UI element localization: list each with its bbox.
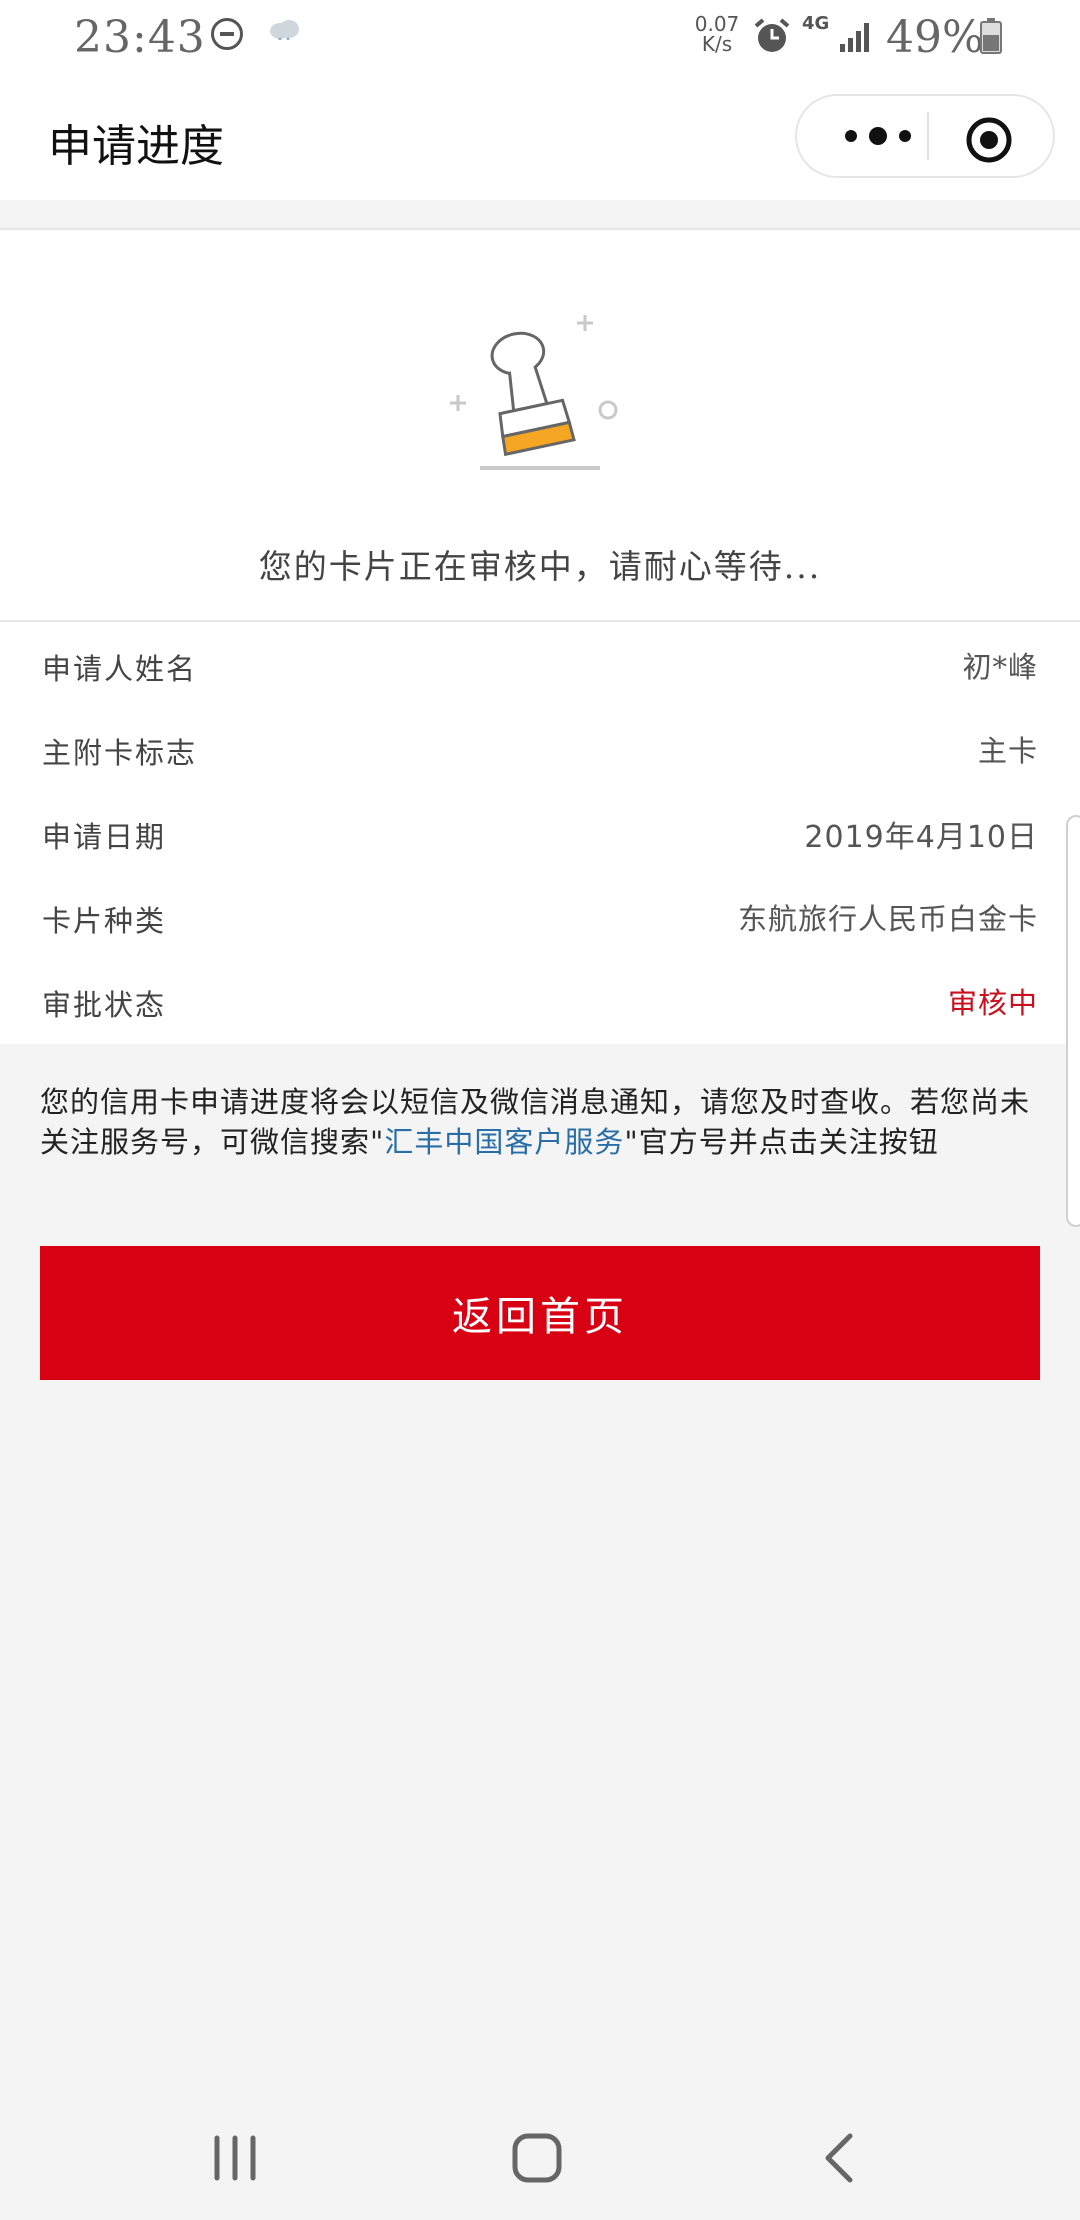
status-time: 23:43: [74, 12, 206, 63]
title-bar: 申请进度: [0, 74, 1080, 200]
row-value: 主卡: [977, 734, 1038, 768]
side-scroll-handle[interactable]: [1066, 815, 1080, 1227]
capsule-divider: [927, 112, 929, 160]
notification-notice: 您的信用卡申请进度将会以短信及微信消息通知，请您及时查收。若您尚未关注服务号，可…: [40, 1082, 1040, 1162]
service-account-link[interactable]: 汇丰中国客户服务: [384, 1125, 624, 1159]
dnd-icon: [211, 18, 243, 50]
application-info: 申请人姓名 初*峰 主附卡标志 主卡 申请日期 2019年4月10日 卡片种类 …: [0, 622, 1080, 1044]
back-icon[interactable]: [810, 2128, 870, 2188]
review-message: 您的卡片正在审核中，请耐心等待...: [258, 547, 822, 586]
target-icon[interactable]: [965, 116, 1013, 164]
info-row-card-type: 卡片种类 东航旅行人民币白金卡: [0, 874, 1080, 958]
battery-percent: 49%: [886, 12, 984, 63]
page-title: 申请进度: [48, 121, 224, 172]
row-label: 审批状态: [42, 988, 167, 1022]
info-row-date: 申请日期 2019年4月10日: [0, 790, 1080, 874]
status-bar: 23:43 0.07 K/s 4G 49%: [0, 0, 1080, 74]
system-nav-bar: [0, 2090, 1080, 2220]
recent-apps-icon[interactable]: [205, 2128, 265, 2188]
network-type: 4G: [802, 13, 830, 34]
info-row-card-flag: 主附卡标志 主卡: [0, 706, 1080, 790]
info-row-status: 审批状态 审核中: [0, 958, 1080, 1042]
capsule-menu: [795, 94, 1055, 178]
cloud-icon: [270, 20, 299, 40]
section-divider: [0, 200, 1080, 230]
notice-text-end: "官方号并点击关注按钮: [624, 1125, 939, 1159]
network-speed: 0.07 K/s: [694, 12, 740, 56]
alarm-icon: [754, 18, 790, 52]
row-label: 申请人姓名: [42, 652, 198, 686]
row-value: 东航旅行人民币白金卡: [737, 902, 1038, 936]
battery-icon: [980, 18, 1002, 54]
status-badge: 审核中: [947, 986, 1038, 1020]
return-home-button[interactable]: 返回首页: [40, 1246, 1040, 1380]
home-icon[interactable]: [507, 2128, 567, 2188]
row-label: 申请日期: [42, 820, 167, 854]
info-row-applicant: 申请人姓名 初*峰: [0, 622, 1080, 706]
row-label: 主附卡标志: [42, 736, 198, 770]
row-value: 2019年4月10日: [804, 820, 1038, 855]
more-icon[interactable]: [833, 116, 923, 156]
stamp-icon: [450, 315, 618, 470]
row-label: 卡片种类: [42, 904, 167, 938]
row-value: 初*峰: [962, 650, 1038, 684]
status-hero: 您的卡片正在审核中，请耐心等待...: [0, 230, 1080, 622]
signal-icon: [840, 23, 869, 52]
